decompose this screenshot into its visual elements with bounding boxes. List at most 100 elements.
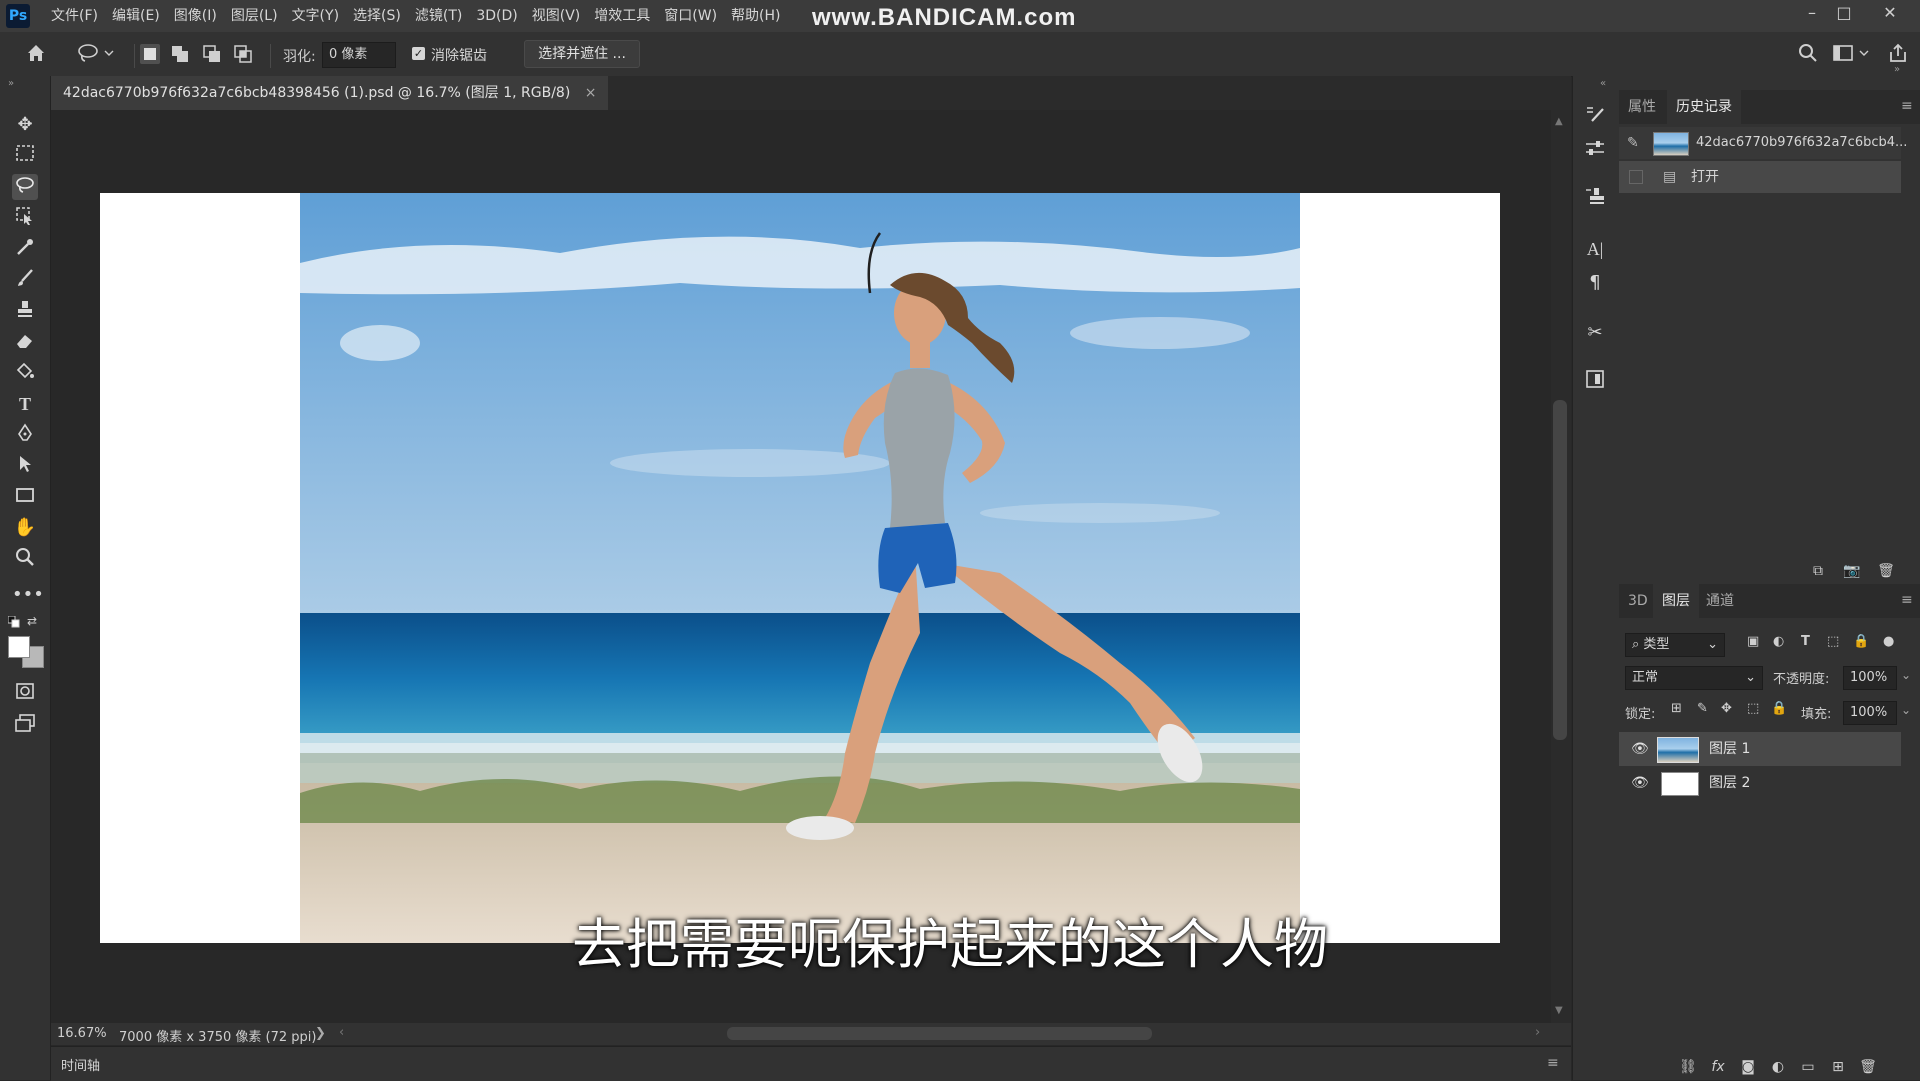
move-tool-icon[interactable]: ✥: [12, 112, 38, 138]
adjustments-icon[interactable]: [1582, 137, 1608, 163]
menu-layer[interactable]: 图层(L): [224, 0, 285, 32]
layer-fx-icon[interactable]: fx: [1707, 1056, 1729, 1078]
timeline-tab[interactable]: 时间轴: [61, 1055, 100, 1074]
zoom-tool-icon[interactable]: [12, 546, 38, 572]
hand-tool-icon[interactable]: ✋: [12, 515, 38, 541]
default-colors-icon[interactable]: [7, 615, 20, 628]
paragraph-panel-icon[interactable]: ¶: [1582, 270, 1608, 296]
stamp-tool-icon[interactable]: [12, 298, 38, 324]
add-selection-icon[interactable]: [170, 44, 190, 64]
type-tool-icon[interactable]: T: [12, 391, 38, 417]
layer-row-2[interactable]: 👁 图层 2: [1619, 766, 1901, 800]
delete-state-icon[interactable]: 🗑: [1875, 560, 1897, 582]
minimize-button[interactable]: –: [1796, 0, 1828, 26]
quick-mask-icon[interactable]: [12, 680, 38, 706]
paint-bucket-tool-icon[interactable]: [12, 360, 38, 386]
history-brush-source-icon[interactable]: ✎: [1627, 127, 1639, 159]
filter-smart-object-icon[interactable]: 🔒: [1853, 634, 1869, 649]
pen-tool-icon[interactable]: [12, 422, 38, 448]
status-menu-arrow[interactable]: ❯: [315, 1026, 326, 1041]
filter-adjustment-icon[interactable]: ◐: [1773, 634, 1784, 649]
expand-panels-icon[interactable]: «: [1600, 78, 1606, 89]
filter-type-icon[interactable]: T: [1801, 634, 1810, 649]
history-snapshot[interactable]: ✎ 42dac6770b976f632a7c6bcb4...: [1619, 127, 1907, 159]
menu-edit[interactable]: 编辑(E): [105, 0, 167, 32]
brush-tool-icon[interactable]: [12, 267, 38, 293]
lock-position-icon[interactable]: ✥: [1721, 701, 1732, 716]
opacity-input[interactable]: 100%: [1843, 666, 1897, 690]
tab-3d[interactable]: 3D: [1619, 584, 1657, 618]
intersect-selection-icon[interactable]: [233, 44, 253, 64]
fill-input[interactable]: 100%: [1843, 701, 1897, 725]
menu-image[interactable]: 图像(I): [167, 0, 224, 32]
menu-plugins[interactable]: 增效工具: [587, 0, 657, 32]
clone-source-icon[interactable]: [1582, 185, 1608, 211]
eyedropper-tool-icon[interactable]: [12, 236, 38, 262]
antialias-checkbox[interactable]: ✓: [412, 47, 425, 60]
vertical-scroll-thumb[interactable]: [1553, 400, 1567, 740]
history-state-open[interactable]: ▤ 打开: [1619, 161, 1901, 193]
new-document-from-state-icon[interactable]: ⧉: [1807, 560, 1829, 582]
horizontal-scroll-thumb[interactable]: [727, 1027, 1152, 1040]
link-layers-icon[interactable]: ⛓: [1677, 1056, 1699, 1078]
fill-chevron-icon[interactable]: ⌄: [1901, 703, 1911, 717]
brush-settings-icon[interactable]: [1582, 103, 1608, 129]
delete-layer-icon[interactable]: 🗑: [1857, 1056, 1879, 1078]
eraser-tool-icon[interactable]: [12, 329, 38, 355]
tool-presets-icon[interactable]: ✂: [1582, 320, 1608, 346]
properties-panel-icon[interactable]: [1582, 368, 1608, 394]
scroll-up-icon[interactable]: ▲: [1555, 116, 1563, 127]
lasso-tool-icon[interactable]: [12, 174, 38, 200]
rectangle-tool-icon[interactable]: [12, 484, 38, 510]
path-select-tool-icon[interactable]: [12, 453, 38, 479]
adjustment-layer-icon[interactable]: ◐: [1767, 1056, 1789, 1078]
zoom-level[interactable]: 16.67%: [57, 1026, 107, 1041]
collapse-panels-icon[interactable]: »: [1894, 64, 1900, 75]
blend-mode-select[interactable]: 正常 ⌄: [1625, 666, 1763, 690]
menu-select[interactable]: 选择(S): [346, 0, 408, 32]
scroll-left-icon[interactable]: ‹: [339, 1025, 344, 1040]
new-layer-icon[interactable]: ⊞: [1827, 1056, 1849, 1078]
scroll-down-icon[interactable]: ▼: [1555, 1005, 1563, 1016]
lasso-preset-icon[interactable]: [74, 42, 118, 66]
opacity-chevron-icon[interactable]: ⌄: [1901, 668, 1911, 682]
search-icon[interactable]: [1796, 42, 1820, 66]
scroll-right-icon[interactable]: ›: [1535, 1025, 1540, 1040]
close-tab-icon[interactable]: ×: [585, 85, 597, 101]
visibility-eye-icon[interactable]: 👁: [1631, 766, 1649, 800]
foreground-color-swatch[interactable]: [8, 636, 30, 658]
object-select-tool-icon[interactable]: [12, 205, 38, 231]
close-window-button[interactable]: ✕: [1874, 0, 1906, 26]
new-selection-icon[interactable]: [140, 44, 160, 64]
swap-colors-icon[interactable]: ⇄: [27, 614, 37, 628]
new-group-icon[interactable]: ▭: [1797, 1056, 1819, 1078]
lock-pixels-icon[interactable]: ✎: [1697, 701, 1708, 716]
collapse-toolbar-icon[interactable]: »: [8, 78, 14, 89]
menu-3d[interactable]: 3D(D): [469, 0, 524, 32]
filter-toggle-icon[interactable]: ●: [1883, 634, 1894, 649]
menu-file[interactable]: 文件(F): [44, 0, 105, 32]
maximize-button[interactable]: □: [1828, 0, 1860, 26]
workspace-icon[interactable]: [1832, 42, 1872, 66]
lock-artboard-icon[interactable]: ⬚: [1747, 701, 1759, 716]
layer-name[interactable]: 图层 1: [1709, 732, 1750, 766]
snapshot-camera-icon[interactable]: 📷: [1841, 560, 1863, 582]
marquee-tool-icon[interactable]: [12, 143, 38, 169]
tab-history[interactable]: 历史记录: [1667, 90, 1741, 124]
lock-all-icon[interactable]: 🔒: [1771, 701, 1787, 716]
menu-type[interactable]: 文字(Y): [285, 0, 346, 32]
more-tools-icon[interactable]: •••: [12, 582, 44, 608]
home-icon[interactable]: [24, 42, 48, 66]
share-icon[interactable]: [1886, 42, 1910, 66]
menu-filter[interactable]: 滤镜(T): [408, 0, 469, 32]
filter-shape-icon[interactable]: ⬚: [1827, 634, 1839, 649]
history-source-box[interactable]: [1629, 170, 1643, 184]
document-tab[interactable]: 42dac6770b976f632a7c6bcb48398456 (1).psd…: [51, 76, 609, 110]
visibility-eye-icon[interactable]: 👁: [1631, 732, 1649, 766]
tab-channels[interactable]: 通道: [1697, 584, 1743, 618]
menu-view[interactable]: 视图(V): [525, 0, 588, 32]
feather-input[interactable]: 0 像素: [322, 42, 396, 68]
menu-help[interactable]: 帮助(H): [724, 0, 787, 32]
tab-layers[interactable]: 图层: [1653, 584, 1699, 618]
layers-panel-menu-icon[interactable]: ≡: [1901, 592, 1913, 608]
